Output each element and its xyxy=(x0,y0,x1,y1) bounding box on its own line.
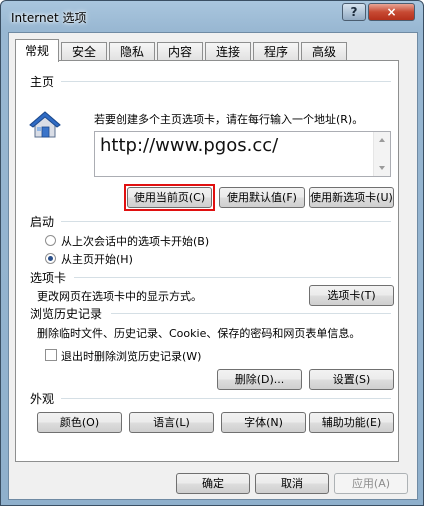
url-scrollbar[interactable] xyxy=(373,132,390,176)
tab-programs[interactable]: 程序 xyxy=(253,42,299,61)
scroll-up-icon[interactable] xyxy=(379,138,385,142)
tab-connections[interactable]: 连接 xyxy=(205,42,251,61)
appearance-divider xyxy=(61,398,391,399)
internet-options-window: Internet 选项 ? × 常规 安全 隐私 内容 连接 程序 高级 主页 … xyxy=(0,0,424,506)
tabs-settings-button[interactable]: 选项卡(T) xyxy=(309,285,394,306)
title-bar[interactable]: Internet 选项 ? × xyxy=(1,1,423,33)
history-settings-button[interactable]: 设置(S) xyxy=(309,369,394,390)
history-delete-button[interactable]: 删除(D)... xyxy=(217,369,302,390)
home-description: 若要创建多个主页选项卡，请在每行输入一个地址(R)。 xyxy=(94,113,364,126)
delete-on-exit-label[interactable]: 退出时删除浏览历史记录(W) xyxy=(61,348,201,364)
tabs-divider xyxy=(74,277,391,278)
apply-button[interactable]: 应用(A) xyxy=(334,473,408,494)
use-new-tab-button[interactable]: 使用新选项卡(U) xyxy=(309,187,394,208)
use-current-button[interactable]: 使用当前页(C) xyxy=(127,187,212,208)
close-button[interactable]: × xyxy=(368,3,415,21)
startup-home-label[interactable]: 从主页开始(H) xyxy=(61,251,133,267)
accessibility-button[interactable]: 辅助功能(E) xyxy=(309,412,394,433)
tab-privacy[interactable]: 隐私 xyxy=(109,42,155,61)
scroll-down-icon[interactable] xyxy=(379,166,385,170)
history-divider xyxy=(111,313,391,314)
window-title: Internet 选项 xyxy=(11,11,87,25)
tab-security[interactable]: 安全 xyxy=(61,42,107,61)
history-description: 删除临时文件、历史记录、Cookie、保存的密码和网页表单信息。 xyxy=(37,327,361,340)
startup-group-label: 启动 xyxy=(30,215,55,229)
startup-divider xyxy=(61,221,391,222)
tabs-group-label: 选项卡 xyxy=(30,271,67,285)
colors-button[interactable]: 颜色(O) xyxy=(37,412,122,433)
home-url-textarea[interactable]: http://www.pgos.cc/ xyxy=(94,131,391,177)
delete-on-exit-checkbox[interactable] xyxy=(45,349,57,361)
languages-button[interactable]: 语言(L) xyxy=(129,412,214,433)
tab-advanced[interactable]: 高级 xyxy=(301,42,347,61)
use-default-button[interactable]: 使用默认值(F) xyxy=(219,187,305,208)
home-divider xyxy=(61,81,391,82)
general-panel: 主页 若要创建多个主页选项卡，请在每行输入一个地址(R)。 http://www… xyxy=(15,60,399,462)
ok-button[interactable]: 确定 xyxy=(176,473,250,494)
startup-last-session-label[interactable]: 从上次会话中的选项卡开始(B) xyxy=(61,233,209,249)
tab-general[interactable]: 常规 xyxy=(15,39,59,62)
home-group-label: 主页 xyxy=(30,75,55,89)
cancel-button[interactable]: 取消 xyxy=(255,473,329,494)
history-group-label: 浏览历史记录 xyxy=(30,307,103,321)
fonts-button[interactable]: 字体(N) xyxy=(221,412,306,433)
tabs-description: 更改网页在选项卡中的显示方式。 xyxy=(37,290,202,303)
home-icon xyxy=(29,111,61,138)
tab-content[interactable]: 内容 xyxy=(157,42,203,61)
startup-last-session-radio[interactable] xyxy=(45,235,56,246)
startup-home-radio[interactable] xyxy=(45,253,56,264)
dialog-client: 常规 安全 隐私 内容 连接 程序 高级 主页 若要创建多个主页选项卡，请在每行… xyxy=(8,32,418,500)
home-url-value: http://www.pgos.cc/ xyxy=(100,135,279,156)
help-button[interactable]: ? xyxy=(342,3,366,21)
appearance-group-label: 外观 xyxy=(30,392,55,406)
